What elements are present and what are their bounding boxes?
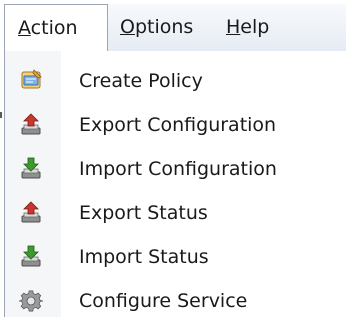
- menu-item-label: Configure Service: [79, 290, 248, 312]
- menu-help[interactable]: Help: [226, 4, 269, 51]
- menu-item-label: Create Policy: [79, 70, 203, 92]
- menu-item-import-configuration[interactable]: Import Configuration: [5, 147, 345, 191]
- menu-help-mnemonic: H: [226, 16, 241, 38]
- import-icon: [19, 245, 43, 269]
- menu-options-mnemonic: O: [120, 16, 135, 38]
- menu-item-export-status[interactable]: Export Status: [5, 191, 345, 235]
- edge-mark: [0, 112, 2, 118]
- menu-help-label: elp: [240, 16, 270, 38]
- menu-item-label: Export Configuration: [79, 114, 277, 136]
- action-dropdown-menu: Create Policy Export Configuration Impor…: [4, 51, 346, 317]
- create-policy-icon: [19, 69, 43, 93]
- menu-item-configure-service[interactable]: Configure Service: [5, 279, 345, 323]
- app-window: Action Options Help Create Policy Export…: [0, 0, 346, 317]
- menu-action-label: ction: [30, 17, 78, 39]
- menu-options-label: ptions: [134, 16, 194, 38]
- menu-options[interactable]: Options: [118, 4, 193, 51]
- menu-action[interactable]: Action: [4, 4, 108, 52]
- menu-item-label: Import Configuration: [79, 158, 277, 180]
- menu-item-export-configuration[interactable]: Export Configuration: [5, 103, 345, 147]
- import-icon: [19, 157, 43, 181]
- gear-icon: [18, 289, 43, 313]
- export-icon: [19, 113, 43, 137]
- menu-item-label: Export Status: [79, 202, 208, 224]
- export-icon: [19, 201, 43, 225]
- menu-bar: Action Options Help: [4, 4, 346, 52]
- menu-action-mnemonic: A: [18, 17, 31, 39]
- menu-item-label: Import Status: [79, 246, 209, 268]
- menu-item-create-policy[interactable]: Create Policy: [5, 59, 345, 103]
- menu-item-import-status[interactable]: Import Status: [5, 235, 345, 279]
